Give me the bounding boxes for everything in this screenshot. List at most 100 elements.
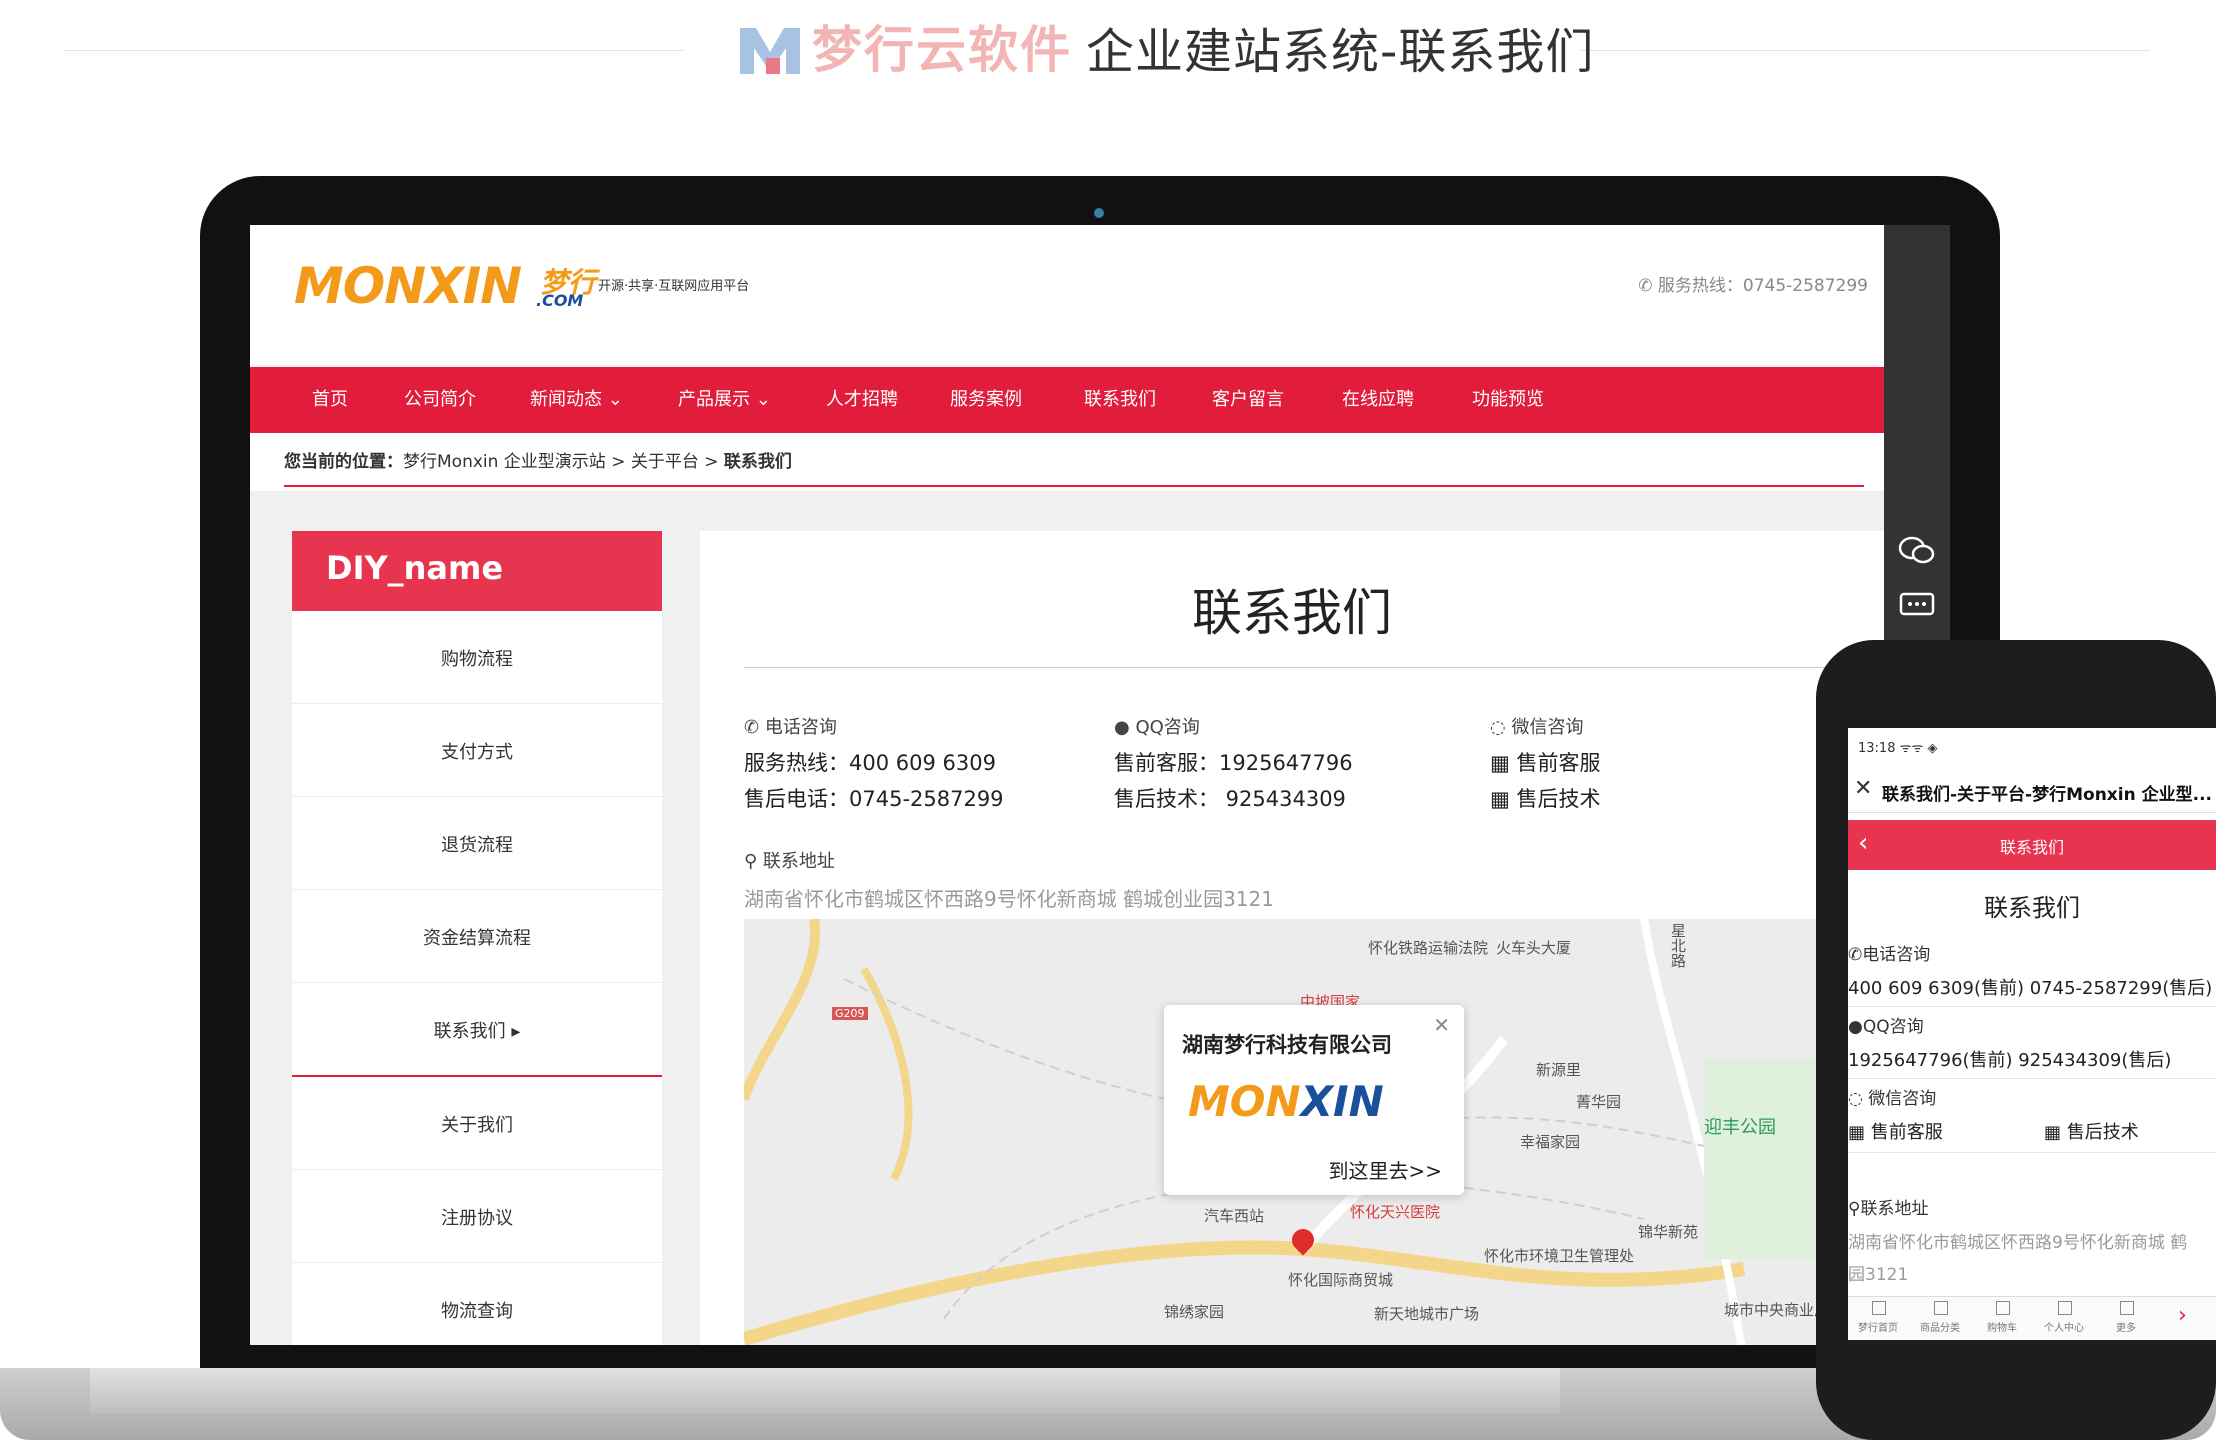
phone-divider: [1848, 1006, 2216, 1007]
qq-tech-value[interactable]: 售后技术： 925434309: [1114, 783, 1346, 813]
phone-header-title: 联系我们: [1999, 838, 2064, 857]
nav-item-jobs[interactable]: 人才招聘: [826, 367, 898, 433]
sidebar-item-returns[interactable]: 退货流程: [292, 797, 662, 890]
qq-presale-value[interactable]: 售前客服：1925647796: [1114, 747, 1353, 777]
breadcrumb-prefix: 您当前的位置：: [284, 452, 403, 472]
phone-status-bar: 13:18 ᯤᯤ ◈: [1858, 741, 1938, 756]
wechat-presale-link[interactable]: ▦ 售前客服: [1490, 747, 1601, 777]
sidebar-item-agreement[interactable]: 注册协议: [292, 1170, 662, 1263]
location-map[interactable]: 怀化铁路运输法院 火车头大厦 中坡国家 新源里 菁华园 幸福家园 迎丰公园 汽车…: [744, 919, 1864, 1345]
popup-company-name: 湖南梦行科技有限公司: [1182, 1033, 1392, 1057]
header-hotline: ✆ 服务热线：0745-2587299: [1638, 276, 1868, 296]
breadcrumb-current: 联系我们: [723, 452, 792, 472]
cart-icon: [1996, 1301, 2010, 1315]
site-logo-com: .COM: [536, 291, 584, 310]
page-title: 联系我们: [1192, 584, 1392, 642]
nav-item-about[interactable]: 公司简介: [404, 367, 476, 433]
map-label-xingfu: 幸福家园: [1520, 1133, 1581, 1151]
title-divider: [744, 667, 1864, 668]
map-info-popup: 湖南梦行科技有限公司 ✕ MONXIN 到这里去>>: [1164, 1005, 1464, 1195]
wechat-icon: ◌: [1490, 717, 1506, 738]
close-icon[interactable]: ✕: [1854, 776, 1872, 801]
qrcode-icon: ▦: [1848, 1122, 1866, 1143]
nav-item-apply[interactable]: 在线应聘: [1342, 367, 1414, 433]
address-label: ⚲ 联系地址: [744, 851, 835, 872]
phone-title-bar: ✕ 联系我们-关于平台-梦行Monxin 企业型...: [1848, 768, 2216, 813]
sidebar-item-logistics[interactable]: 物流查询: [292, 1263, 662, 1345]
phone-window-title: 联系我们-关于平台-梦行Monxin 企业型...: [1882, 785, 2212, 805]
qrcode-icon: ▦: [2044, 1122, 2062, 1143]
map-label-xinyuanli: 新源里: [1536, 1061, 1582, 1079]
map-label-court: 怀化铁路运输法院: [1368, 939, 1489, 957]
after-sale-phone-value: 售后电话：0745-2587299: [744, 787, 1004, 811]
map-label-tower: 火车头大厦: [1496, 939, 1572, 957]
wechat-tech-link[interactable]: ▦ 售后技术: [1490, 783, 1601, 813]
nav-item-home[interactable]: 首页: [312, 367, 348, 433]
tab-cart[interactable]: 购物车: [1972, 1301, 2032, 1334]
phone-icon: ✆: [1638, 276, 1658, 296]
phone-icon: ✆: [744, 717, 760, 738]
sidebar-item-settlement[interactable]: 资金结算流程: [292, 890, 662, 983]
map-label-jinghuayuan: 菁华园: [1576, 1093, 1622, 1111]
nav-item-cases[interactable]: 服务案例: [950, 367, 1022, 433]
phone-wechat-presale[interactable]: ▦ 售前客服: [1848, 1118, 1943, 1144]
user-icon: [2058, 1301, 2072, 1315]
brand-logo-icon: [740, 28, 800, 74]
nav-item-news[interactable]: 新闻动态 ⌄: [530, 367, 623, 433]
phone-qq-value[interactable]: 1925647796(售前) 925434309(售后): [1848, 1046, 2171, 1072]
main-nav: 首页 公司简介 新闻动态 ⌄ 产品展示 ⌄ 人才招聘 服务案例 联系我们 客户留…: [250, 367, 1884, 433]
chevron-right-icon[interactable]: ›: [2178, 1303, 2187, 1328]
phone-section-label: ✆ 电话咨询: [744, 717, 837, 738]
laptop-base-highlight: [90, 1368, 1560, 1414]
phone-phone-value[interactable]: 400 609 6309(售前) 0745-2587299(售后): [1848, 974, 2212, 1000]
phone-address-line2: 园3121: [1848, 1265, 1909, 1285]
close-icon[interactable]: ✕: [1433, 1013, 1450, 1037]
sidebar-item-shopping[interactable]: 购物流程: [292, 611, 662, 704]
qq-icon: ●: [1848, 1017, 1863, 1037]
sidebar-item-contact[interactable]: 联系我们 ▸: [292, 983, 662, 1077]
nav-item-preview[interactable]: 功能预览: [1472, 367, 1544, 433]
main-content: 联系我们 ✆ 电话咨询 服务热线：400 609 6309 售后电话：0745-…: [700, 531, 1884, 1345]
qq-icon: ●: [1114, 717, 1130, 738]
phone-qq-label: ●QQ咨询: [1848, 1017, 1924, 1037]
phone-wechat-label: ◌ 微信咨询: [1848, 1089, 1937, 1109]
phone-address-label: ⚲联系地址: [1848, 1199, 1929, 1219]
nav-item-products[interactable]: 产品展示 ⌄: [678, 367, 771, 433]
home-icon: [1872, 1301, 1886, 1315]
nav-item-contact[interactable]: 联系我们: [1084, 367, 1156, 433]
site-logo[interactable]: MONXIN: [294, 257, 522, 315]
sidebar-header: DIY_name: [292, 531, 662, 611]
phone-phone-label: ✆电话咨询: [1848, 945, 1931, 965]
map-label-hospital: 怀化天兴医院: [1350, 1203, 1441, 1221]
phone-wechat-tech[interactable]: ▦ 售后技术: [2044, 1118, 2139, 1144]
tab-categories[interactable]: 商品分类: [1910, 1301, 1970, 1334]
tab-more[interactable]: 更多: [2096, 1301, 2156, 1334]
nav-item-message[interactable]: 客户留言: [1212, 367, 1284, 433]
message-icon[interactable]: [1898, 591, 1936, 621]
map-label-sanitation: 怀化市环境卫生管理处: [1484, 1247, 1635, 1265]
wechat-icon: ◌: [1848, 1089, 1863, 1109]
map-label-xintiandi: 新天地城市广场: [1374, 1305, 1480, 1323]
phone-page-title: 联系我们: [1984, 894, 2080, 922]
sidebar-item-payment[interactable]: 支付方式: [292, 704, 662, 797]
map-label-jinhua: 锦华新苑: [1638, 1223, 1699, 1241]
wechat-section-label: ◌ 微信咨询: [1490, 717, 1584, 738]
phone-screen: 13:18 ᯤᯤ ◈ ✕ 联系我们-关于平台-梦行Monxin 企业型... ‹…: [1848, 728, 2216, 1340]
tab-profile[interactable]: 个人中心: [2034, 1301, 2094, 1334]
map-label-jinxiu: 锦绣家园: [1164, 1303, 1225, 1321]
qrcode-icon: ▦: [1490, 787, 1510, 811]
sidebar: DIY_name 购物流程 支付方式 退货流程 资金结算流程 联系我们 ▸ 关于…: [292, 531, 662, 1345]
breadcrumb-path[interactable]: 梦行Monxin 企业型演示站 > 关于平台 >: [403, 452, 724, 472]
phone-divider: [1848, 1152, 2216, 1153]
tab-home[interactable]: 梦行首页: [1848, 1301, 1908, 1334]
qq-section-label: ● QQ咨询: [1114, 717, 1200, 738]
directions-link[interactable]: 到这里去>>: [1328, 1155, 1442, 1184]
site-slogan: 开源·共享·互联网应用平台: [598, 279, 750, 294]
hotline-value: 服务热线：400 609 6309: [744, 751, 996, 775]
popup-logo: MONXIN: [1188, 1077, 1384, 1126]
sidebar-item-about[interactable]: 关于我们: [292, 1077, 662, 1170]
qrcode-icon: ▦: [1490, 751, 1510, 775]
phone-tab-bar: 梦行首页 商品分类 购物车 个人中心 更多 ›: [1848, 1296, 2216, 1340]
breadcrumb: 您当前的位置：梦行Monxin 企业型演示站 > 关于平台 > 联系我们: [250, 433, 1884, 491]
wechat-icon[interactable]: [1898, 535, 1936, 565]
